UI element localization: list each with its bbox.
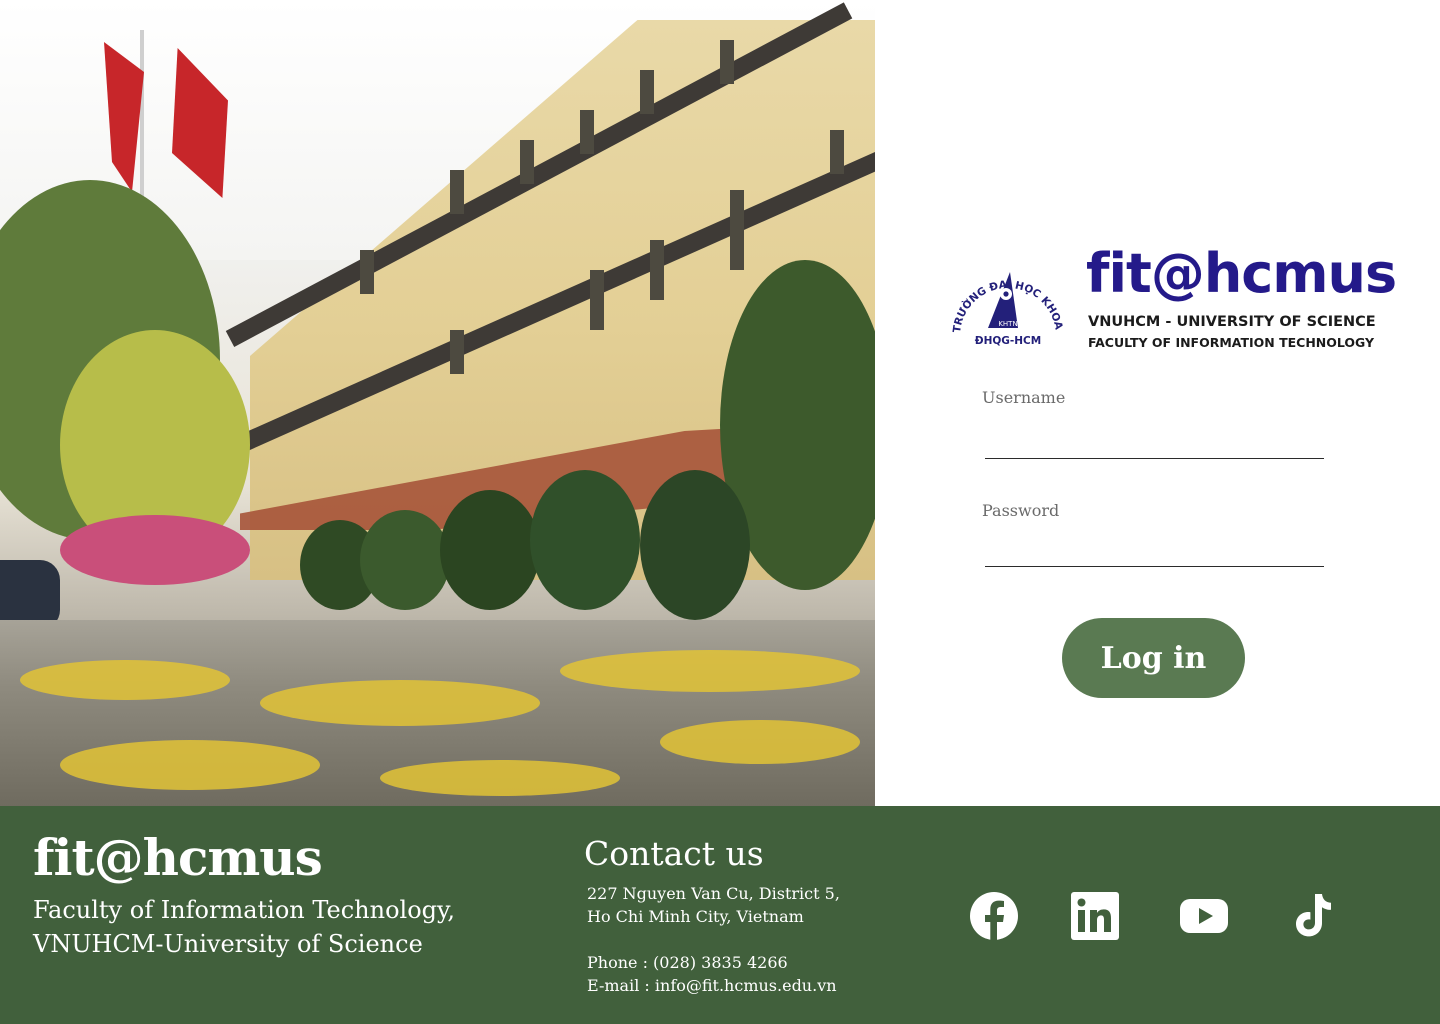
username-input[interactable] [985, 424, 1324, 459]
photo-window [650, 240, 664, 300]
footer-brand: fit@hcmus [33, 828, 323, 887]
photo-window [730, 190, 744, 270]
photo-petals [60, 740, 320, 790]
linkedin-icon[interactable] [1069, 890, 1121, 942]
seal-inner-text: KHTN [998, 320, 1017, 328]
photo-window [640, 70, 654, 114]
photo-window [590, 270, 604, 330]
password-label: Password [982, 501, 1060, 520]
contact-title: Contact us [584, 834, 764, 873]
photo-petals [260, 680, 540, 726]
contact-address-line1: 227 Nguyen Van Cu, District 5, [587, 884, 840, 903]
brand-faculty-line: FACULTY OF INFORMATION TECHNOLOGY [1088, 335, 1375, 350]
photo-petals [20, 660, 230, 700]
contact-phone: Phone : (028) 3835 4266 [587, 953, 788, 972]
contact-email: E-mail : info@fit.hcmus.edu.vn [587, 976, 837, 995]
brand-logo-block: TRƯỜNG ĐẠI HỌC KHOA HỌC TỰ NHIÊN KHTN ĐH… [948, 242, 1397, 354]
contact-address-line2: Ho Chi Minh City, Vietnam [587, 907, 804, 926]
photo-window [360, 250, 374, 294]
hero-photo [0, 0, 875, 806]
seal-bottom-text: ĐHQG-HCM [975, 335, 1041, 347]
footer: fit@hcmus Faculty of Information Technol… [0, 806, 1440, 1024]
photo-shrub [360, 510, 450, 610]
photo-flowers [60, 515, 250, 585]
password-input[interactable] [985, 532, 1324, 567]
brand-university-line: VNUHCM - UNIVERSITY OF SCIENCE [1088, 314, 1376, 330]
photo-petals [660, 720, 860, 764]
photo-shrub [530, 470, 640, 610]
university-seal-icon: TRƯỜNG ĐẠI HỌC KHOA HỌC TỰ NHIÊN KHTN ĐH… [948, 244, 1065, 347]
photo-window [830, 130, 844, 174]
photo-window [520, 140, 534, 184]
tiktok-icon[interactable] [1287, 890, 1339, 942]
photo-window [720, 40, 734, 84]
footer-university: VNUHCM-University of Science [33, 930, 423, 958]
photo-window [450, 170, 464, 214]
photo-shrub [640, 470, 750, 620]
photo-window [450, 330, 464, 374]
facebook-icon[interactable] [968, 890, 1020, 942]
photo-window [580, 110, 594, 154]
footer-faculty: Faculty of Information Technology, [33, 896, 456, 924]
brand-name: fit@hcmus [1086, 242, 1397, 305]
youtube-icon[interactable] [1178, 890, 1230, 942]
photo-shrub [440, 490, 540, 610]
login-button[interactable]: Log in [1062, 618, 1245, 698]
photo-petals [560, 650, 860, 692]
photo-petals [380, 760, 620, 796]
username-label: Username [982, 388, 1066, 407]
